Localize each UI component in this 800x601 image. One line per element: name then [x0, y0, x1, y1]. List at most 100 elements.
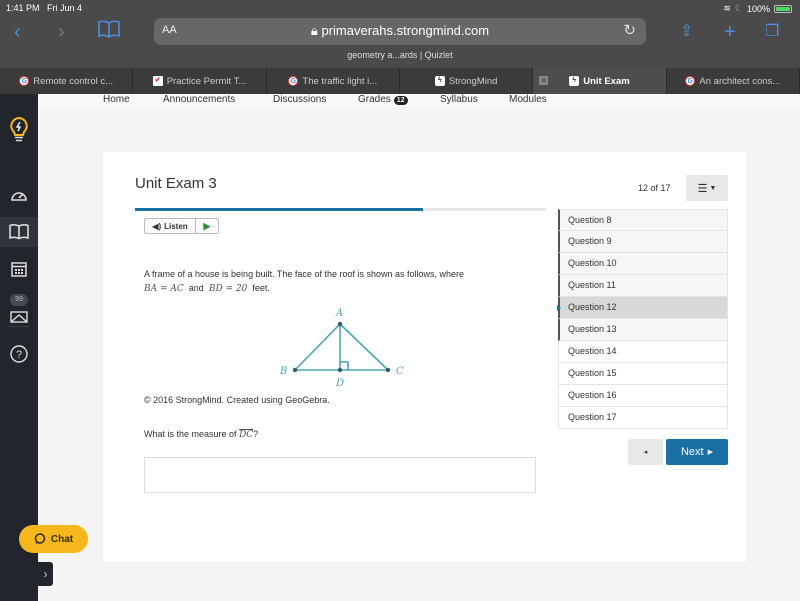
- browser-tab-active[interactable]: × ϟ Unit Exam: [533, 68, 667, 94]
- play-icon: ▶: [203, 220, 211, 231]
- nav-modules[interactable]: Modules: [509, 94, 547, 105]
- point-d: [337, 367, 343, 373]
- lock-icon: 🔒︎: [310, 23, 318, 38]
- caret-down-icon: ▼: [709, 184, 717, 192]
- browser-toolbar: ‹ › AA 🔒︎ primaverahs.strongmind.com ↻ ⇪…: [0, 16, 800, 68]
- back-icon[interactable]: ‹: [14, 20, 21, 44]
- next-arrow-icon: ▶: [707, 449, 713, 456]
- exam-progress-bar: [135, 208, 546, 211]
- google-icon: G: [19, 76, 30, 86]
- math-expression: BA = AC: [144, 284, 184, 294]
- wifi-icon: ≋: [723, 3, 731, 13]
- tab-title: The traffic light i...: [302, 75, 378, 87]
- previous-button[interactable]: ◂: [628, 439, 663, 465]
- question-list-item[interactable]: Question 17: [558, 407, 728, 429]
- chat-label: Chat: [50, 533, 74, 545]
- forward-icon[interactable]: ›: [58, 20, 65, 44]
- ios-status-bar: 1:41 PM Fri Jun 4 ≋ ☾ 100%: [0, 0, 800, 16]
- url-text: 🔒︎ primaverahs.strongmind.com: [310, 23, 490, 38]
- prompt-text: and: [188, 283, 204, 293]
- nav-home[interactable]: Home: [103, 94, 130, 105]
- previous-arrow-icon: ◂: [643, 449, 648, 456]
- next-label: Next: [680, 446, 704, 458]
- question-list-item[interactable]: Question 9: [558, 231, 728, 253]
- calendar-icon[interactable]: [0, 254, 38, 284]
- lightbulb-logo-icon[interactable]: [0, 112, 38, 148]
- chat-button[interactable]: Chat: [19, 525, 88, 553]
- page-subtitle: geometry a...ards | Quizlet: [347, 50, 453, 60]
- mail-badge: 99: [10, 294, 28, 306]
- question-list-item[interactable]: Question 16: [558, 385, 728, 407]
- play-button[interactable]: ▶: [196, 219, 218, 233]
- nav-discussions[interactable]: Discussions: [273, 94, 326, 105]
- segment-label: DC: [239, 430, 254, 440]
- tab-title: Unit Exam: [583, 75, 630, 87]
- help-icon[interactable]: ?: [0, 339, 38, 369]
- answer-input[interactable]: [144, 457, 536, 493]
- point-a: [337, 321, 343, 327]
- google-icon: G: [288, 76, 299, 86]
- question-counter: 12 of 17: [638, 183, 671, 193]
- browser-tab[interactable]: G An architect cons...: [667, 68, 800, 94]
- label-c: C: [396, 366, 404, 377]
- strongmind-icon: ϟ: [434, 76, 445, 86]
- label-b: B: [279, 366, 287, 377]
- nav-syllabus[interactable]: Syllabus: [440, 94, 478, 105]
- book-icon[interactable]: [0, 217, 38, 247]
- browser-tab[interactable]: ϟ StrongMind: [400, 68, 534, 94]
- page-title: Unit Exam 3: [135, 175, 217, 192]
- listen-control: ◀︎) Listen ▶: [144, 218, 219, 234]
- exam-progress-fill: [135, 208, 423, 211]
- address-bar[interactable]: AA 🔒︎ primaverahs.strongmind.com ↻: [154, 18, 646, 45]
- browser-tab[interactable]: ✔ Practice Permit T...: [133, 68, 267, 94]
- prompt-text: A frame of a house is being built. The f…: [144, 269, 465, 279]
- mail-icon[interactable]: 99: [0, 294, 38, 328]
- google-icon: G: [685, 76, 696, 86]
- sidebar-divider: [8, 326, 30, 327]
- question-list-item[interactable]: Question 15: [558, 363, 728, 385]
- browser-tab[interactable]: G Remote control c...: [0, 68, 134, 94]
- reload-icon[interactable]: ↻: [623, 21, 636, 39]
- bookmarks-book-icon[interactable]: [98, 20, 120, 46]
- question-list-item[interactable]: Question 10: [558, 253, 728, 275]
- point-b: [292, 367, 298, 373]
- label-a: A: [335, 308, 343, 319]
- tab-title: Practice Permit T...: [166, 75, 247, 87]
- question-list-item[interactable]: Question 11: [558, 275, 728, 297]
- browser-tab[interactable]: G The traffic light i...: [267, 68, 400, 94]
- nav-grades[interactable]: Grades 12: [358, 94, 408, 105]
- tab-title: An architect cons...: [699, 75, 781, 87]
- new-tab-plus-icon[interactable]: +: [724, 20, 736, 44]
- close-tab-icon[interactable]: ×: [539, 76, 549, 85]
- question-list-item[interactable]: Question 8: [558, 209, 728, 231]
- course-nav: Home Announcements Discussions Grades 12 …: [38, 94, 800, 107]
- expand-sidebar-chevron-icon[interactable]: ›: [38, 562, 53, 586]
- question-list-item[interactable]: Question 14: [558, 341, 728, 363]
- moon-icon: ☾: [734, 3, 743, 13]
- nav-grades-label: Grades: [358, 94, 391, 105]
- exam-card: Unit Exam 3 ◀︎) Listen ▶ A frame of a ho…: [103, 152, 746, 562]
- dashboard-gauge-icon[interactable]: [0, 180, 38, 210]
- question-list-toggle[interactable]: ☰ ▼: [686, 175, 728, 201]
- label-d: D: [335, 378, 344, 389]
- point-c: [385, 367, 391, 373]
- question-list-item[interactable]: Question 13: [558, 319, 728, 341]
- svg-text:?: ?: [16, 349, 22, 361]
- question-prompt: A frame of a house is being built. The f…: [144, 267, 504, 296]
- question-text: What is the measure of DC?: [144, 429, 258, 440]
- nav-announcements[interactable]: Announcements: [163, 94, 235, 105]
- browser-tab-strip: G Remote control c... ✔ Practice Permit …: [0, 68, 800, 94]
- next-button[interactable]: Next ▶: [666, 439, 728, 465]
- segment-ab: [294, 323, 341, 371]
- speaker-icon: ◀︎): [152, 221, 162, 231]
- share-icon[interactable]: ⇪: [680, 20, 693, 44]
- math-expression: BD = 20: [208, 284, 248, 294]
- tabs-overview-icon[interactable]: ❐: [765, 20, 779, 44]
- battery-icon: [774, 4, 792, 13]
- list-icon: ☰: [697, 182, 708, 195]
- question-list-item-current[interactable]: Question 12: [557, 297, 728, 319]
- strongmind-icon: ϟ: [569, 76, 580, 86]
- listen-button[interactable]: ◀︎) Listen: [145, 219, 196, 233]
- status-right: ≋ ☾ 100%: [723, 3, 792, 14]
- listen-label: Listen: [164, 221, 188, 231]
